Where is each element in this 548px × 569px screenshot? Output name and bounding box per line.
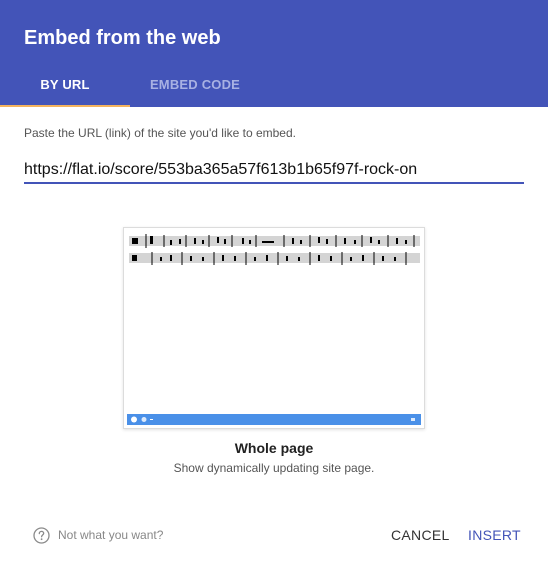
preview-option-title: Whole page — [234, 440, 314, 456]
site-preview-thumbnail[interactable] — [123, 227, 425, 429]
question-circle-icon — [33, 526, 50, 544]
preview-option-description: Show dynamically updating site page. — [173, 461, 375, 475]
insert-button[interactable]: INSERT — [468, 525, 521, 545]
tab-by-url[interactable]: BY URL — [0, 62, 130, 107]
help-link[interactable]: Not what you want? — [33, 525, 163, 545]
preview-image — [124, 228, 424, 428]
embed-dialog: Embed from the web BY URL EMBED CODE Pas… — [0, 0, 548, 569]
dialog-header: Embed from the web BY URL EMBED CODE — [0, 0, 548, 107]
help-label: Not what you want? — [58, 528, 164, 542]
dialog-title: Embed from the web — [24, 27, 221, 49]
url-input[interactable] — [24, 158, 524, 184]
tab-indicator — [0, 105, 130, 107]
tab-embed-code[interactable]: EMBED CODE — [130, 62, 260, 107]
cancel-button[interactable]: CANCEL — [391, 525, 450, 545]
tab-bar: BY URL EMBED CODE — [0, 62, 548, 107]
url-instructions: Paste the URL (link) of the site you'd l… — [24, 126, 296, 140]
